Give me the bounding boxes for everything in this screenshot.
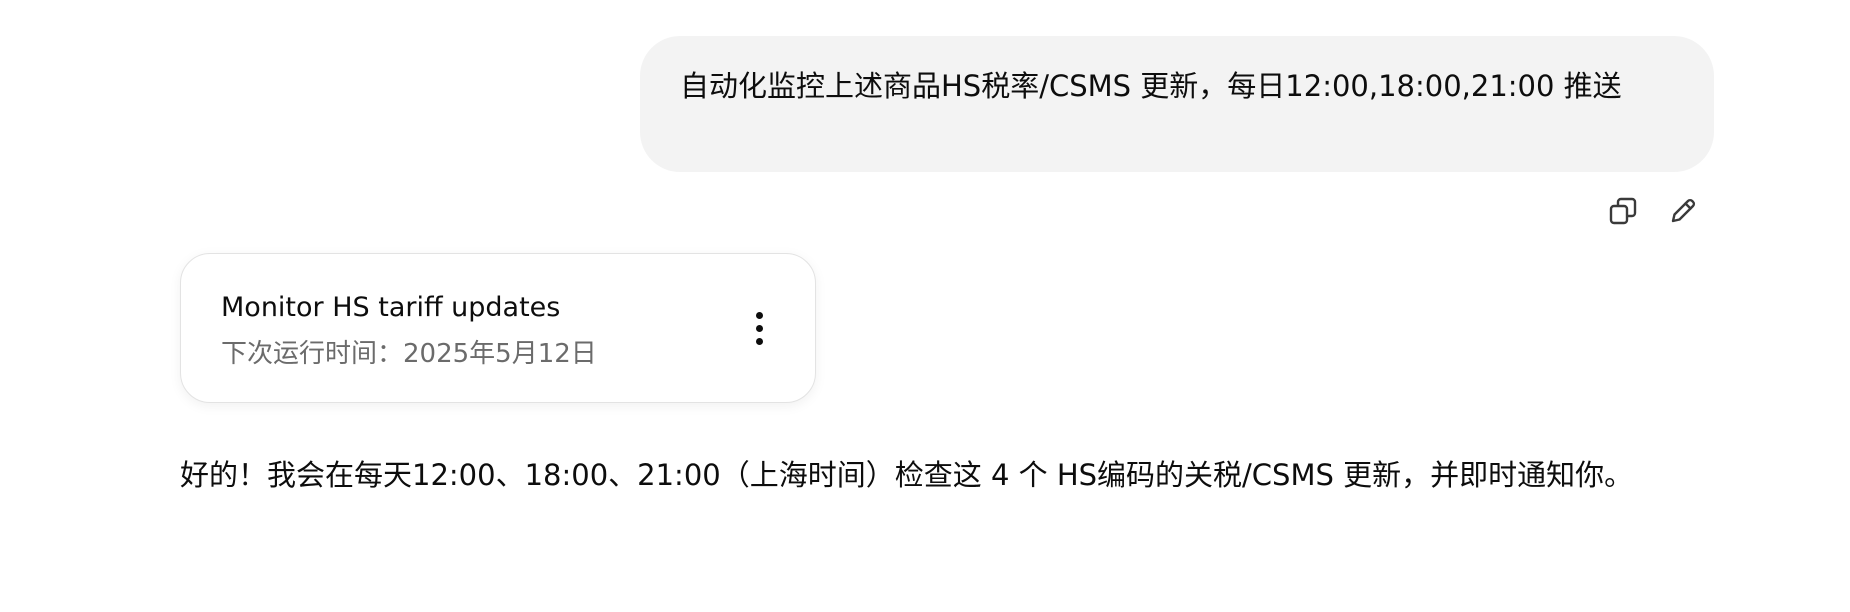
scheduled-task-card[interactable]: Monitor HS tariff updates 下次运行时间：2025年5月…: [180, 253, 816, 403]
copy-button[interactable]: [1604, 192, 1642, 230]
more-vertical-icon[interactable]: [739, 300, 779, 356]
pencil-icon: [1671, 198, 1696, 223]
task-next-run: 下次运行时间：2025年5月12日: [221, 339, 597, 369]
chat-page: 自动化监控上述商品HS税率/CSMS 更新，每日12:00,18:00,21:0…: [0, 0, 1850, 612]
copy-icon: [1609, 197, 1637, 225]
task-title: Monitor HS tariff updates: [221, 292, 561, 323]
user-message-text: 自动化监控上述商品HS税率/CSMS 更新，每日12:00,18:00,21:0…: [680, 69, 1622, 103]
user-message-bubble: 自动化监控上述商品HS税率/CSMS 更新，每日12:00,18:00,21:0…: [640, 36, 1714, 172]
message-actions: [1604, 192, 1702, 230]
assistant-message-text: 好的！我会在每天12:00、18:00、21:00（上海时间）检查这 4 个 H…: [180, 458, 1634, 492]
assistant-message: 好的！我会在每天12:00、18:00、21:00（上海时间）检查这 4 个 H…: [180, 447, 1700, 503]
edit-button[interactable]: [1664, 192, 1702, 230]
